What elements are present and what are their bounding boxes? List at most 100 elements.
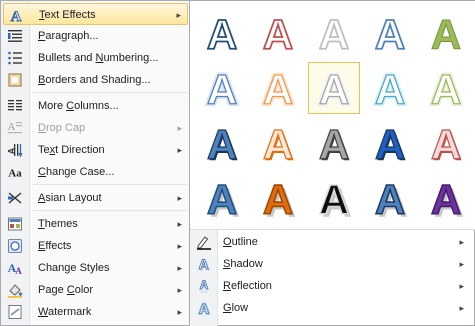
svg-text:A: A xyxy=(431,66,461,110)
submenu-item-label: Glow xyxy=(223,302,249,314)
menu-item-bullets-and-numbering[interactable]: Bullets and Numbering... xyxy=(3,47,188,69)
letter-a-glyph: AA xyxy=(374,121,406,165)
submenu-arrow-icon: ▸ xyxy=(177,219,182,229)
menu-item-label: Borders and Shading... xyxy=(38,74,151,86)
svg-text:Aa: Aa xyxy=(8,168,22,180)
text-effects-submenu: AAAAAAAAAAAAAAAAAAAAAAAAAAAAAAAAAAA Outl… xyxy=(190,0,475,326)
submenu-arrow-icon: ▸ xyxy=(177,193,182,203)
menu-separator xyxy=(33,92,187,93)
menu-item-label: Page Color xyxy=(38,284,94,296)
effects-icon xyxy=(6,237,24,255)
svg-text:A: A xyxy=(319,176,349,220)
text-effect-style-9[interactable]: AA xyxy=(364,62,416,114)
menu-item-more-columns[interactable]: More Columns... xyxy=(3,95,188,117)
page-color-icon xyxy=(6,281,24,299)
text-effect-style-6[interactable]: AA xyxy=(196,62,248,114)
submenu-arrow-icon: ▸ xyxy=(177,123,182,133)
text-effect-style-14[interactable]: AA xyxy=(364,117,416,169)
text-effect-style-8[interactable]: AA xyxy=(308,62,360,114)
svg-text:A: A xyxy=(375,176,405,220)
menu-item-label: Change Case... xyxy=(38,166,115,178)
svg-text:A: A xyxy=(319,66,349,110)
glow-icon: AA xyxy=(195,299,213,317)
svg-text:A: A xyxy=(263,11,293,55)
menu-separator xyxy=(33,184,187,185)
format-context-menu: A Text Effects ▸ Paragraph... Bullets and Nu… xyxy=(0,0,190,326)
menu-item-label: Bullets and Numbering... xyxy=(38,52,159,64)
text-effect-style-4[interactable]: A xyxy=(364,7,416,59)
letter-a-glyph: AA xyxy=(318,121,350,165)
submenu-item-glow[interactable]: A A Glow ▸ xyxy=(192,297,472,319)
text-effect-style-20[interactable]: AA xyxy=(420,172,472,224)
text-effect-style-3[interactable]: A xyxy=(308,7,360,59)
submenu-item-label: Reflection xyxy=(223,280,272,292)
borders-icon xyxy=(6,71,24,89)
menu-item-change-styles[interactable]: A A Change Styles ▸ xyxy=(3,257,188,279)
text-effect-style-11[interactable]: AA xyxy=(196,117,248,169)
letter-a-glyph: AA xyxy=(204,66,239,110)
letter-a-glyph: A xyxy=(262,11,294,55)
menu-item-change-case[interactable]: Aa Change Case... xyxy=(3,161,188,183)
svg-text:A: A xyxy=(8,121,16,133)
text-effect-style-1[interactable]: A xyxy=(196,7,248,59)
letter-a-glyph: AA xyxy=(428,66,463,110)
text-effect-style-7[interactable]: AA xyxy=(252,62,304,114)
menu-item-themes[interactable]: Themes ▸ xyxy=(3,213,188,235)
menu-item-effects[interactable]: Effects ▸ xyxy=(3,235,188,257)
letter-a-glyph: AA xyxy=(372,66,407,110)
submenu-arrow-icon: ▸ xyxy=(459,259,464,269)
submenu-separator xyxy=(190,229,475,230)
text-effect-style-5[interactable]: A xyxy=(420,7,472,59)
submenu-arrow-icon: ▸ xyxy=(177,263,182,273)
menu-item-label: Text Effects xyxy=(39,9,96,21)
submenu-item-label: Outline xyxy=(223,236,258,248)
watermark-icon xyxy=(6,303,24,321)
letter-a-glyph: AA xyxy=(430,121,462,165)
shadow-icon: AA xyxy=(195,255,213,273)
change-case-icon: Aa xyxy=(6,163,24,181)
menu-item-text-effects[interactable]: A Text Effects ▸ xyxy=(3,3,188,25)
text-effects-icon: A xyxy=(7,6,25,24)
text-effect-style-12[interactable]: AA xyxy=(252,117,304,169)
svg-text:A: A xyxy=(200,278,209,292)
letter-a-glyph: AA xyxy=(260,66,295,110)
text-effect-style-16[interactable]: AA xyxy=(196,172,248,224)
menu-item-borders-and-shading[interactable]: Borders and Shading... xyxy=(3,69,188,91)
submenu-item-outline[interactable]: Outline ▸ xyxy=(192,231,472,253)
letter-a-glyph: A xyxy=(374,11,406,55)
menu-item-drop-cap: A Drop Cap ▸ xyxy=(3,117,188,139)
letter-a-glyph: AA xyxy=(316,66,351,110)
text-direction-icon: A xyxy=(6,141,24,159)
svg-text:A: A xyxy=(198,256,208,272)
svg-text:A: A xyxy=(431,11,461,55)
menu-item-label: Themes xyxy=(38,218,78,230)
menu-item-label: More Columns... xyxy=(38,100,119,112)
submenu-arrow-icon: ▸ xyxy=(459,237,464,247)
menu-item-label: Change Styles xyxy=(38,262,110,274)
text-effect-style-18[interactable]: AA xyxy=(308,172,360,224)
submenu-arrow-icon: ▸ xyxy=(459,303,464,313)
submenu-item-shadow[interactable]: A A Shadow ▸ xyxy=(192,253,472,275)
menu-item-label: Text Direction xyxy=(38,144,105,156)
text-effect-style-10[interactable]: AA xyxy=(420,62,472,114)
letter-a-glyph: AA xyxy=(262,176,296,220)
submenu-arrow-icon: ▸ xyxy=(176,10,181,20)
text-effect-style-15[interactable]: AA xyxy=(420,117,472,169)
text-effect-style-17[interactable]: AA xyxy=(252,172,304,224)
text-effect-style-13[interactable]: AA xyxy=(308,117,360,169)
bullets-icon xyxy=(6,49,24,67)
menu-item-text-direction[interactable]: A Text Direction ▸ xyxy=(3,139,188,161)
menu-item-asian-layout[interactable]: Asian Layout ▸ xyxy=(3,187,188,209)
menu-item-paragraph[interactable]: Paragraph... xyxy=(3,25,188,47)
text-effects-gallery: AAAAAAAAAAAAAAAAAAAAAAAAAAAAAAAAAAA xyxy=(190,1,475,229)
submenu-item-reflection[interactable]: A Reflection ▸ xyxy=(192,275,472,297)
menu-item-watermark[interactable]: Watermark ▸ xyxy=(3,301,188,323)
change-styles-icon: AA xyxy=(6,259,24,277)
submenu-arrow-icon: ▸ xyxy=(459,281,464,291)
outline-icon xyxy=(195,233,213,251)
paragraph-icon xyxy=(6,27,24,45)
menu-item-page-color[interactable]: Page Color ▸ xyxy=(3,279,188,301)
text-effect-style-19[interactable]: AA xyxy=(364,172,416,224)
letter-a-glyph: AA xyxy=(206,176,240,220)
text-effect-style-2[interactable]: A xyxy=(252,7,304,59)
